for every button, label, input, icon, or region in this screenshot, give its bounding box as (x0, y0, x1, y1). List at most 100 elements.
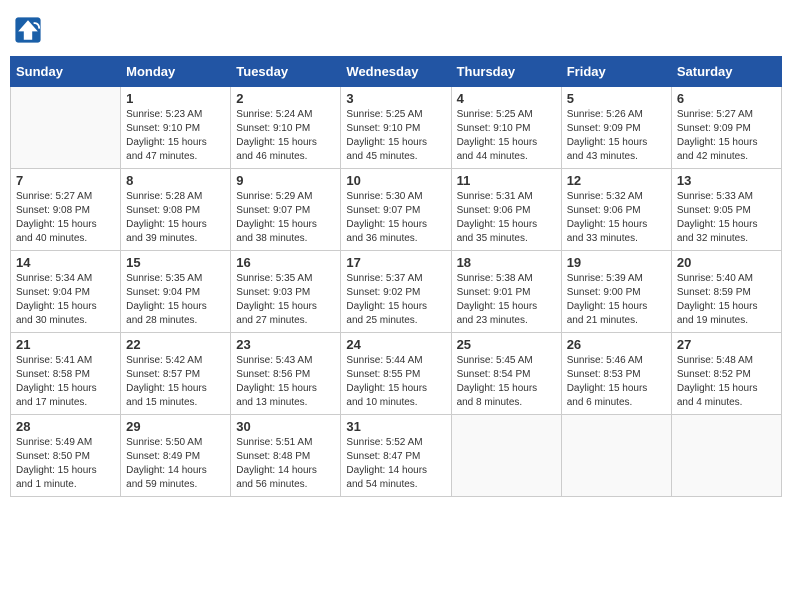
day-info: Sunrise: 5:31 AM Sunset: 9:06 PM Dayligh… (457, 190, 556, 246)
day-info: Sunrise: 5:27 AM Sunset: 9:08 PM Dayligh… (16, 190, 115, 246)
day-number: 9 (236, 173, 335, 188)
day-info: Sunrise: 5:50 AM Sunset: 8:49 PM Dayligh… (126, 436, 225, 492)
calendar-cell: 15Sunrise: 5:35 AM Sunset: 9:04 PM Dayli… (121, 251, 231, 333)
weekday-header-row: SundayMondayTuesdayWednesdayThursdayFrid… (11, 57, 782, 87)
day-info: Sunrise: 5:25 AM Sunset: 9:10 PM Dayligh… (457, 108, 556, 164)
day-number: 8 (126, 173, 225, 188)
calendar-cell: 29 Sunrise: 5:50 AM Sunset: 8:49 PM Dayli… (121, 415, 231, 497)
day-info: Sunrise: 5:38 AM Sunset: 9:01 PM Dayligh… (457, 272, 556, 328)
calendar-cell: 30Sunrise: 5:51 AM Sunset: 8:48 PM Dayli… (231, 415, 341, 497)
weekday-header-tuesday: Tuesday (231, 57, 341, 87)
day-info: Sunrise: 5:39 AM Sunset: 9:00 PM Dayligh… (567, 272, 666, 328)
calendar-cell: 13 Sunrise: 5:33 AM Sunset: 9:05 PM Dayli… (671, 169, 781, 251)
day-info: Sunrise: 5:33 AM Sunset: 9:05 PM Dayligh… (677, 190, 776, 246)
day-info: Sunrise: 5:27 AM Sunset: 9:09 PM Dayligh… (677, 108, 776, 164)
calendar-cell: 2 Sunrise: 5:24 AM Sunset: 9:10 PM Daylig… (231, 87, 341, 169)
calendar-cell (11, 87, 121, 169)
logo (14, 16, 46, 44)
day-info: Sunrise: 5:34 AM Sunset: 9:04 PM Dayligh… (16, 272, 115, 328)
calendar-cell: 18 Sunrise: 5:38 AM Sunset: 9:01 PM Dayli… (451, 251, 561, 333)
day-info: Sunrise: 5:29 AM Sunset: 9:07 PM Dayligh… (236, 190, 335, 246)
week-row-2: 7 Sunrise: 5:27 AM Sunset: 9:08 PM Daylig… (11, 169, 782, 251)
day-number: 27 (677, 337, 776, 352)
day-number: 12 (567, 173, 666, 188)
calendar-cell: 10 Sunrise: 5:30 AM Sunset: 9:07 PM Dayli… (341, 169, 451, 251)
day-number: 29 (126, 419, 225, 434)
day-number: 2 (236, 91, 335, 106)
calendar-cell: 28 Sunrise: 5:49 AM Sunset: 8:50 PM Dayli… (11, 415, 121, 497)
day-number: 1 (126, 91, 225, 106)
weekday-header-friday: Friday (561, 57, 671, 87)
day-info: Sunrise: 5:40 AM Sunset: 8:59 PM Dayligh… (677, 272, 776, 328)
day-number: 30 (236, 419, 335, 434)
day-number: 10 (346, 173, 445, 188)
day-number: 24 (346, 337, 445, 352)
day-info: Sunrise: 5:32 AM Sunset: 9:06 PM Dayligh… (567, 190, 666, 246)
day-info: Sunrise: 5:48 AM Sunset: 8:52 PM Dayligh… (677, 354, 776, 410)
day-info: Sunrise: 5:30 AM Sunset: 9:07 PM Dayligh… (346, 190, 445, 246)
weekday-header-wednesday: Wednesday (341, 57, 451, 87)
calendar-cell: 1 Sunrise: 5:23 AM Sunset: 9:10 PM Daylig… (121, 87, 231, 169)
day-info: Sunrise: 5:41 AM Sunset: 8:58 PM Dayligh… (16, 354, 115, 410)
day-number: 23 (236, 337, 335, 352)
calendar: SundayMondayTuesdayWednesdayThursdayFrid… (10, 56, 782, 497)
day-info: Sunrise: 5:37 AM Sunset: 9:02 PM Dayligh… (346, 272, 445, 328)
day-info: Sunrise: 5:52 AM Sunset: 8:47 PM Dayligh… (346, 436, 445, 492)
day-info: Sunrise: 5:43 AM Sunset: 8:56 PM Dayligh… (236, 354, 335, 410)
calendar-cell: 16 Sunrise: 5:35 AM Sunset: 9:03 PM Dayli… (231, 251, 341, 333)
day-number: 26 (567, 337, 666, 352)
week-row-5: 28 Sunrise: 5:49 AM Sunset: 8:50 PM Dayli… (11, 415, 782, 497)
calendar-cell: 26 Sunrise: 5:46 AM Sunset: 8:53 PM Dayli… (561, 333, 671, 415)
calendar-cell: 23 Sunrise: 5:43 AM Sunset: 8:56 PM Dayli… (231, 333, 341, 415)
calendar-cell: 5 Sunrise: 5:26 AM Sunset: 9:09 PM Daylig… (561, 87, 671, 169)
day-number: 14 (16, 255, 115, 270)
day-info: Sunrise: 5:28 AM Sunset: 9:08 PM Dayligh… (126, 190, 225, 246)
calendar-cell: 7 Sunrise: 5:27 AM Sunset: 9:08 PM Daylig… (11, 169, 121, 251)
day-number: 13 (677, 173, 776, 188)
day-number: 16 (236, 255, 335, 270)
day-number: 31 (346, 419, 445, 434)
day-number: 19 (567, 255, 666, 270)
day-info: Sunrise: 5:46 AM Sunset: 8:53 PM Dayligh… (567, 354, 666, 410)
day-number: 6 (677, 91, 776, 106)
day-info: Sunrise: 5:24 AM Sunset: 9:10 PM Dayligh… (236, 108, 335, 164)
weekday-header-sunday: Sunday (11, 57, 121, 87)
calendar-cell: 19 Sunrise: 5:39 AM Sunset: 9:00 PM Dayli… (561, 251, 671, 333)
weekday-header-saturday: Saturday (671, 57, 781, 87)
header (10, 10, 782, 50)
day-number: 22 (126, 337, 225, 352)
day-number: 5 (567, 91, 666, 106)
day-number: 18 (457, 255, 556, 270)
day-info: Sunrise: 5:35 AM Sunset: 9:03 PM Dayligh… (236, 272, 335, 328)
calendar-cell: 25Sunrise: 5:45 AM Sunset: 8:54 PM Dayli… (451, 333, 561, 415)
day-info: Sunrise: 5:49 AM Sunset: 8:50 PM Dayligh… (16, 436, 115, 492)
day-info: Sunrise: 5:23 AM Sunset: 9:10 PM Dayligh… (126, 108, 225, 164)
calendar-cell: 12 Sunrise: 5:32 AM Sunset: 9:06 PM Dayli… (561, 169, 671, 251)
calendar-cell: 14 Sunrise: 5:34 AM Sunset: 9:04 PM Dayli… (11, 251, 121, 333)
calendar-cell: 8 Sunrise: 5:28 AM Sunset: 9:08 PM Daylig… (121, 169, 231, 251)
calendar-cell: 20 Sunrise: 5:40 AM Sunset: 8:59 PM Dayli… (671, 251, 781, 333)
day-info: Sunrise: 5:35 AM Sunset: 9:04 PM Dayligh… (126, 272, 225, 328)
day-info: Sunrise: 5:44 AM Sunset: 8:55 PM Dayligh… (346, 354, 445, 410)
logo-icon (14, 16, 42, 44)
calendar-cell: 17 Sunrise: 5:37 AM Sunset: 9:02 PM Dayli… (341, 251, 451, 333)
calendar-cell: 11Sunrise: 5:31 AM Sunset: 9:06 PM Dayli… (451, 169, 561, 251)
calendar-cell (451, 415, 561, 497)
day-number: 4 (457, 91, 556, 106)
weekday-header-thursday: Thursday (451, 57, 561, 87)
day-info: Sunrise: 5:42 AM Sunset: 8:57 PM Dayligh… (126, 354, 225, 410)
day-number: 17 (346, 255, 445, 270)
day-number: 7 (16, 173, 115, 188)
week-row-4: 21 Sunrise: 5:41 AM Sunset: 8:58 PM Dayli… (11, 333, 782, 415)
day-info: Sunrise: 5:26 AM Sunset: 9:09 PM Dayligh… (567, 108, 666, 164)
calendar-cell: 31 Sunrise: 5:52 AM Sunset: 8:47 PM Dayli… (341, 415, 451, 497)
calendar-cell: 22 Sunrise: 5:42 AM Sunset: 8:57 PM Dayli… (121, 333, 231, 415)
day-number: 21 (16, 337, 115, 352)
calendar-cell: 9 Sunrise: 5:29 AM Sunset: 9:07 PM Daylig… (231, 169, 341, 251)
day-number: 3 (346, 91, 445, 106)
calendar-cell (671, 415, 781, 497)
calendar-cell: 3Sunrise: 5:25 AM Sunset: 9:10 PM Daylig… (341, 87, 451, 169)
day-number: 28 (16, 419, 115, 434)
day-number: 20 (677, 255, 776, 270)
day-info: Sunrise: 5:45 AM Sunset: 8:54 PM Dayligh… (457, 354, 556, 410)
